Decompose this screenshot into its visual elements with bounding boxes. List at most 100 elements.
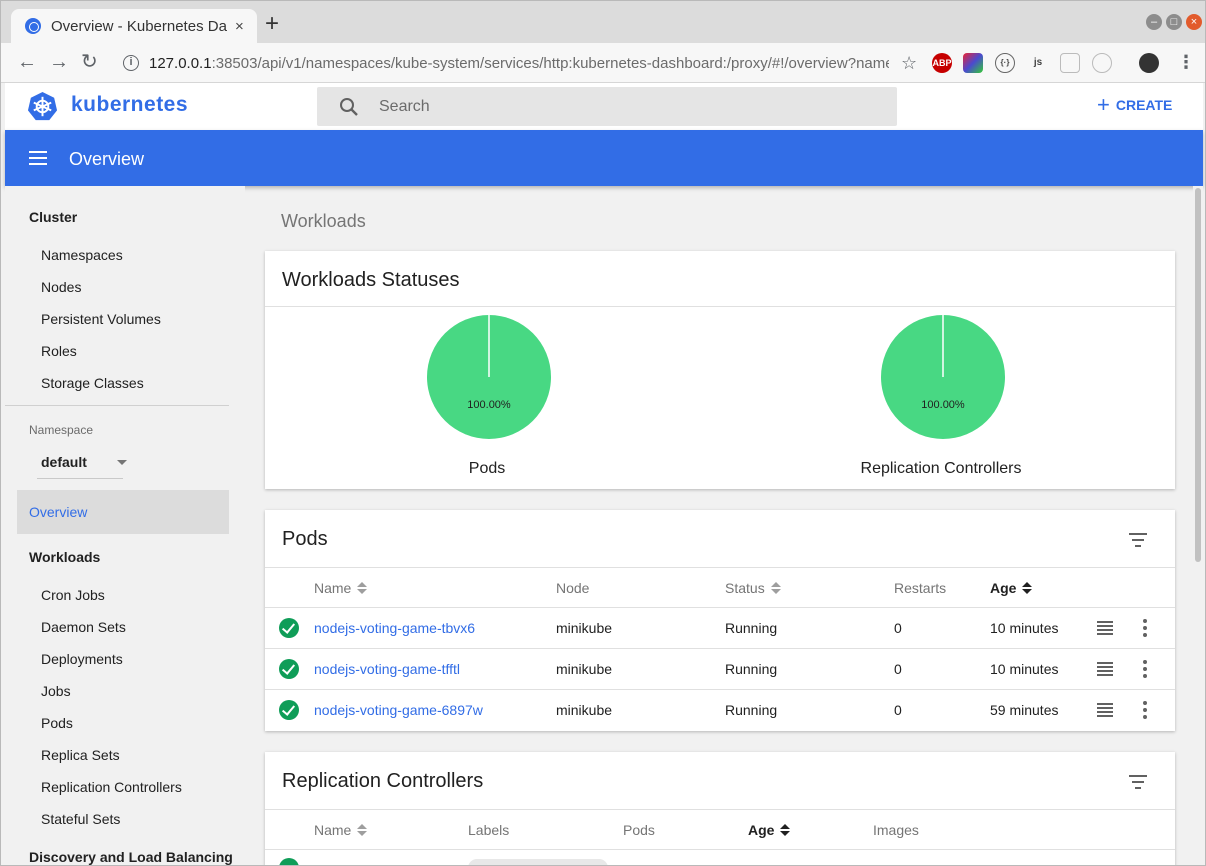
sidebar-item-overview[interactable]: Overview <box>17 490 229 534</box>
sort-icon <box>770 581 781 595</box>
check-circle-icon <box>279 858 299 865</box>
workloads-statuses-card: Workloads Statuses 100.00% Pods 100.00% … <box>265 251 1175 489</box>
site-info-icon[interactable]: i <box>123 55 139 71</box>
search-icon <box>340 97 358 116</box>
pod-node: minikube <box>556 702 613 718</box>
pie-percent-label: 100.00% <box>921 399 965 411</box>
column-header-images: Images <box>873 822 919 838</box>
column-header-node: Node <box>556 580 590 596</box>
sidebar-item-stateful-sets[interactable]: Stateful Sets <box>41 811 120 827</box>
sort-icon <box>780 823 791 837</box>
address-bar[interactable]: i 127.0.0.1:38503/api/v1/namespaces/kube… <box>113 49 923 77</box>
sidebar-item-daemon-sets[interactable]: Daemon Sets <box>41 619 126 635</box>
sidebar-item-roles[interactable]: Roles <box>41 343 77 359</box>
forward-arrow-icon[interactable]: → <box>49 51 69 73</box>
more-vert-icon[interactable] <box>1143 619 1147 637</box>
grid-extension-icon[interactable] <box>1060 53 1080 73</box>
record-extension-icon[interactable] <box>1092 53 1112 73</box>
window-minimize-button[interactable]: – <box>1146 14 1162 30</box>
tab-strip: Overview - Kubernetes Da × + – □ × <box>1 1 1205 43</box>
more-vert-icon[interactable] <box>1143 701 1147 719</box>
replication-controllers-pie-chart[interactable]: 100.00% <box>880 314 1006 440</box>
namespace-select[interactable]: default <box>37 446 127 479</box>
window-close-button[interactable]: × <box>1186 14 1202 30</box>
pod-restarts: 0 <box>894 620 902 636</box>
js-extension-icon[interactable]: js <box>1028 53 1048 73</box>
check-circle-icon <box>279 659 299 679</box>
column-header-pods: Pods <box>623 822 655 838</box>
pie-percent-label: 100.00% <box>467 399 511 411</box>
browser-tab[interactable]: Overview - Kubernetes Da × <box>11 9 257 43</box>
more-vert-icon[interactable] <box>1143 660 1147 678</box>
brand-name[interactable]: kubernetes <box>71 93 188 117</box>
column-header-age[interactable]: Age <box>748 822 791 838</box>
sidebar-item-namespaces[interactable]: Namespaces <box>41 247 123 263</box>
column-header-name[interactable]: Name <box>314 580 368 596</box>
logs-icon[interactable] <box>1097 621 1113 635</box>
column-header-status[interactable]: Status <box>725 580 781 596</box>
pods-pie-chart[interactable]: 100.00% <box>426 314 552 440</box>
sidebar-item-replica-sets[interactable]: Replica Sets <box>41 747 120 763</box>
page-scrollbar[interactable] <box>1193 186 1203 865</box>
namespace-value: default <box>41 454 87 470</box>
kubernetes-logo-icon[interactable] <box>27 91 58 122</box>
tab-close-icon[interactable]: × <box>235 18 244 35</box>
pod-status: Running <box>725 702 778 718</box>
filter-icon[interactable] <box>1129 533 1147 547</box>
filter-icon[interactable] <box>1129 775 1147 789</box>
sidebar-item-nodes[interactable]: Nodes <box>41 279 81 295</box>
table-row: nodejs-voting-game-tbvx6 minikube Runnin… <box>265 607 1175 648</box>
plus-icon: + <box>1097 92 1110 117</box>
color-picker-icon[interactable] <box>963 53 983 73</box>
new-tab-button[interactable]: + <box>265 12 279 36</box>
sidebar-heading-cluster[interactable]: Cluster <box>29 209 77 225</box>
logs-icon[interactable] <box>1097 703 1113 717</box>
namespace-label: Namespace <box>29 423 94 437</box>
reload-icon[interactable]: ↻ <box>81 51 98 73</box>
browser-menu-icon[interactable]: ⋮ <box>1177 51 1195 73</box>
logs-icon[interactable] <box>1097 662 1113 676</box>
table-row: nodejs-voting-game-tfftl minikube Runnin… <box>265 648 1175 689</box>
sort-icon <box>357 823 368 837</box>
column-header-name[interactable]: Name <box>314 822 368 838</box>
pod-age: 59 minutes <box>990 702 1059 718</box>
card-title: Replication Controllers <box>282 770 484 792</box>
column-header-age[interactable]: Age <box>990 580 1033 596</box>
sidebar-item-persistent-volumes[interactable]: Persistent Volumes <box>41 311 161 327</box>
browser-toolbar: ← → ↻ i 127.0.0.1:38503/api/v1/namespace… <box>1 43 1205 83</box>
browser-window: Overview - Kubernetes Da × + – □ × ← → ↻… <box>0 0 1206 866</box>
sidebar-item-pods[interactable]: Pods <box>41 715 73 731</box>
create-button[interactable]: + CREATE <box>1097 92 1172 117</box>
search-bar[interactable] <box>317 87 897 126</box>
sidebar-item-storage-classes[interactable]: Storage Classes <box>41 375 144 391</box>
code-extension-icon[interactable]: {·} <box>995 53 1015 73</box>
bookmark-star-icon[interactable]: ☆ <box>901 53 917 74</box>
profile-avatar[interactable] <box>1139 53 1159 73</box>
sidebar-item-deployments[interactable]: Deployments <box>41 651 123 667</box>
pod-name-link[interactable]: nodejs-voting-game-tbvx6 <box>314 620 475 636</box>
replication-controllers-status-chart: 100.00% Replication Controllers <box>841 314 1041 494</box>
replication-controllers-card: Replication Controllers Name Labels Pods… <box>265 752 1175 865</box>
hamburger-menu-icon[interactable] <box>29 151 47 165</box>
pod-name-link[interactable]: nodejs-voting-game-6897w <box>314 702 483 718</box>
pod-name-link[interactable]: nodejs-voting-game-tfftl <box>314 661 460 677</box>
kubernetes-favicon-icon <box>25 18 41 34</box>
pods-card: Pods Name Node Status Restarts Age nodej… <box>265 510 1175 731</box>
window-maximize-button[interactable]: □ <box>1166 14 1182 30</box>
sidebar-item-cron-jobs[interactable]: Cron Jobs <box>41 587 105 603</box>
sidebar-divider <box>5 405 229 406</box>
adblock-icon[interactable]: ABP <box>932 53 952 73</box>
sidebar-heading-workloads[interactable]: Workloads <box>29 549 100 565</box>
check-circle-icon <box>279 618 299 638</box>
pod-node: minikube <box>556 661 613 677</box>
search-input[interactable] <box>379 97 859 116</box>
sidebar-item-jobs[interactable]: Jobs <box>41 683 71 699</box>
label-chip <box>468 859 608 865</box>
pod-restarts: 0 <box>894 702 902 718</box>
scrollbar-thumb[interactable] <box>1195 188 1201 562</box>
sidebar-item-replication-controllers[interactable]: Replication Controllers <box>41 779 182 795</box>
back-arrow-icon[interactable]: ← <box>17 51 37 73</box>
pod-age: 10 minutes <box>990 620 1059 636</box>
sidebar-heading-discovery[interactable]: Discovery and Load Balancing <box>29 849 233 865</box>
column-header-labels: Labels <box>468 822 510 838</box>
